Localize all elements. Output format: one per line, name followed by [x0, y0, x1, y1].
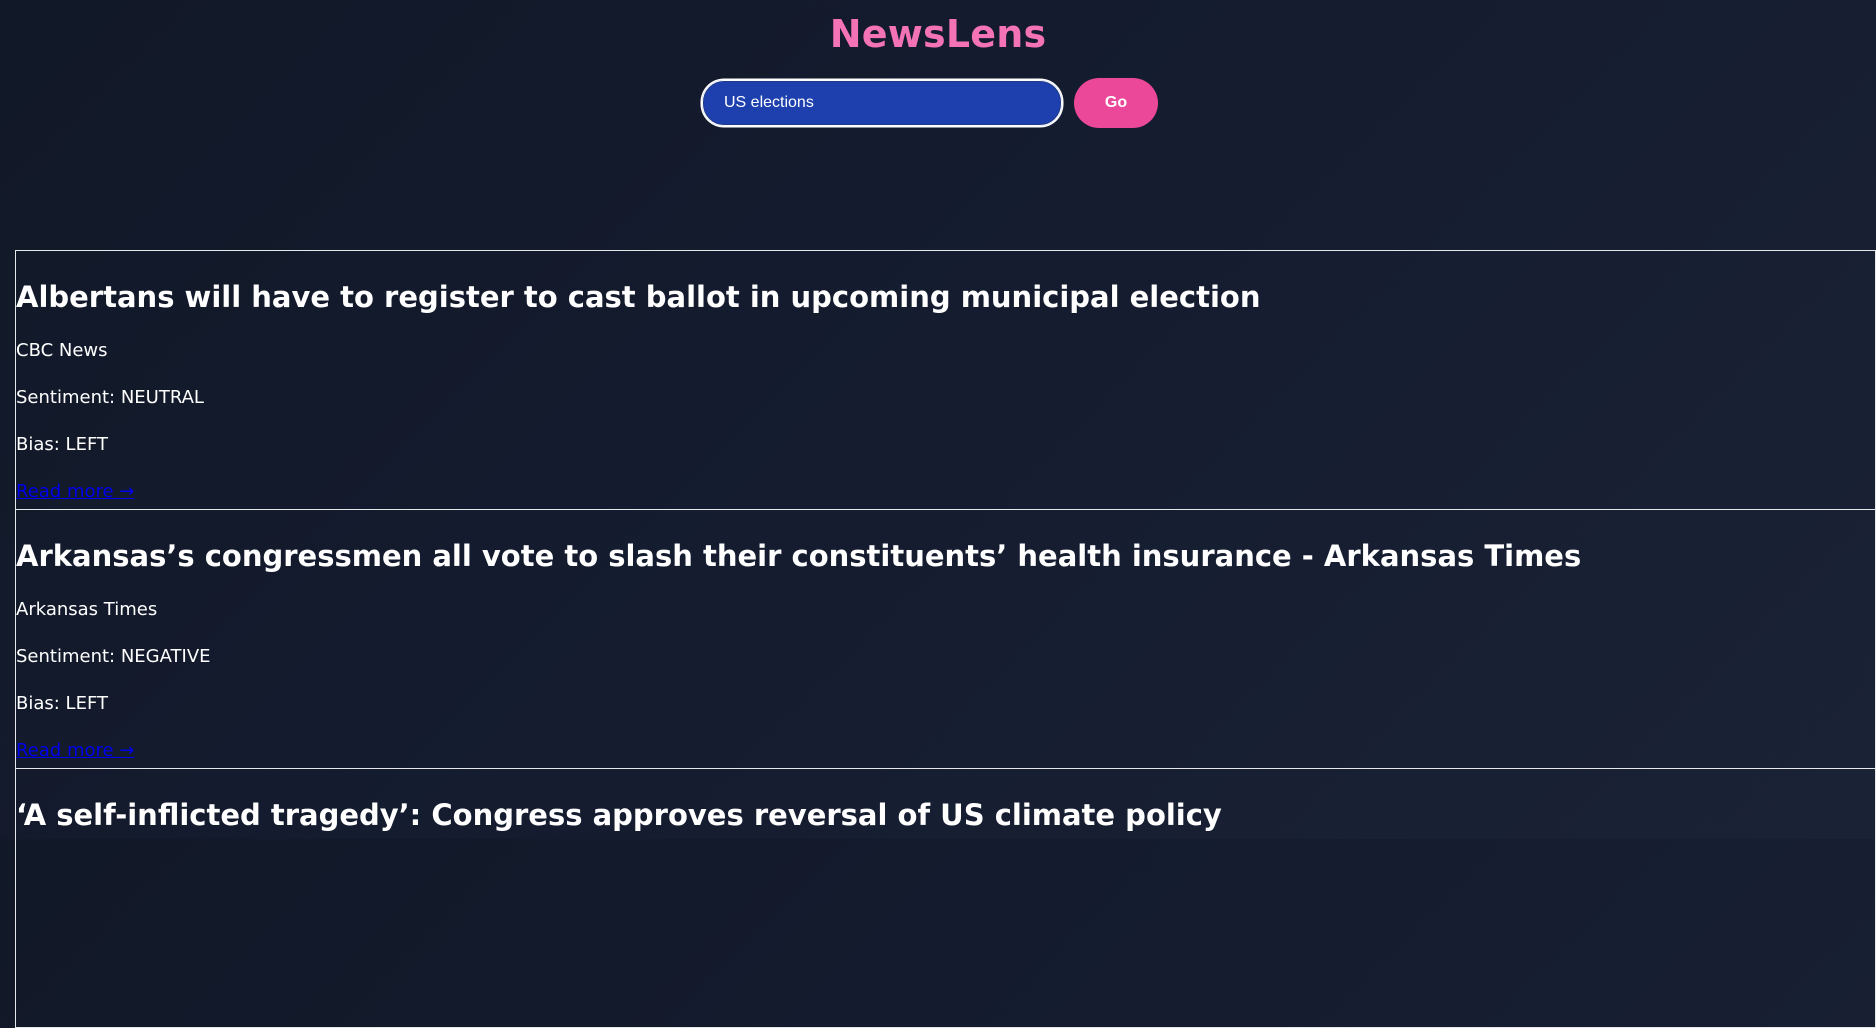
article-sentiment: Sentiment: NEUTRAL	[16, 387, 204, 408]
article-bias: Bias: LEFT	[16, 434, 108, 455]
article-title: Albertans will have to register to cast …	[16, 280, 1261, 314]
read-more-link[interactable]: Read more →	[16, 480, 134, 503]
article-title: ‘A self-inflicted tragedy’: Congress app…	[16, 798, 1222, 832]
app-title: NewsLens	[829, 12, 1047, 56]
article-title: Arkansas’s congressmen all vote to slash…	[16, 539, 1582, 573]
article-bias: Bias: LEFT	[16, 693, 108, 714]
article-card: ‘A self-inflicted tragedy’: Congress app…	[15, 768, 1876, 1028]
results-list: Albertans will have to register to cast …	[15, 250, 1876, 1028]
article-sentiment: Sentiment: NEGATIVE	[16, 646, 211, 667]
go-button[interactable]: Go	[1074, 78, 1158, 128]
read-more-link[interactable]: Read more →	[16, 739, 134, 762]
search-form: Go	[702, 78, 1158, 128]
article-source: CBC News	[16, 340, 108, 361]
search-input[interactable]	[702, 80, 1062, 126]
article-card: Albertans will have to register to cast …	[15, 250, 1876, 510]
article-card: Arkansas’s congressmen all vote to slash…	[15, 509, 1876, 769]
article-source: Arkansas Times	[16, 599, 158, 620]
